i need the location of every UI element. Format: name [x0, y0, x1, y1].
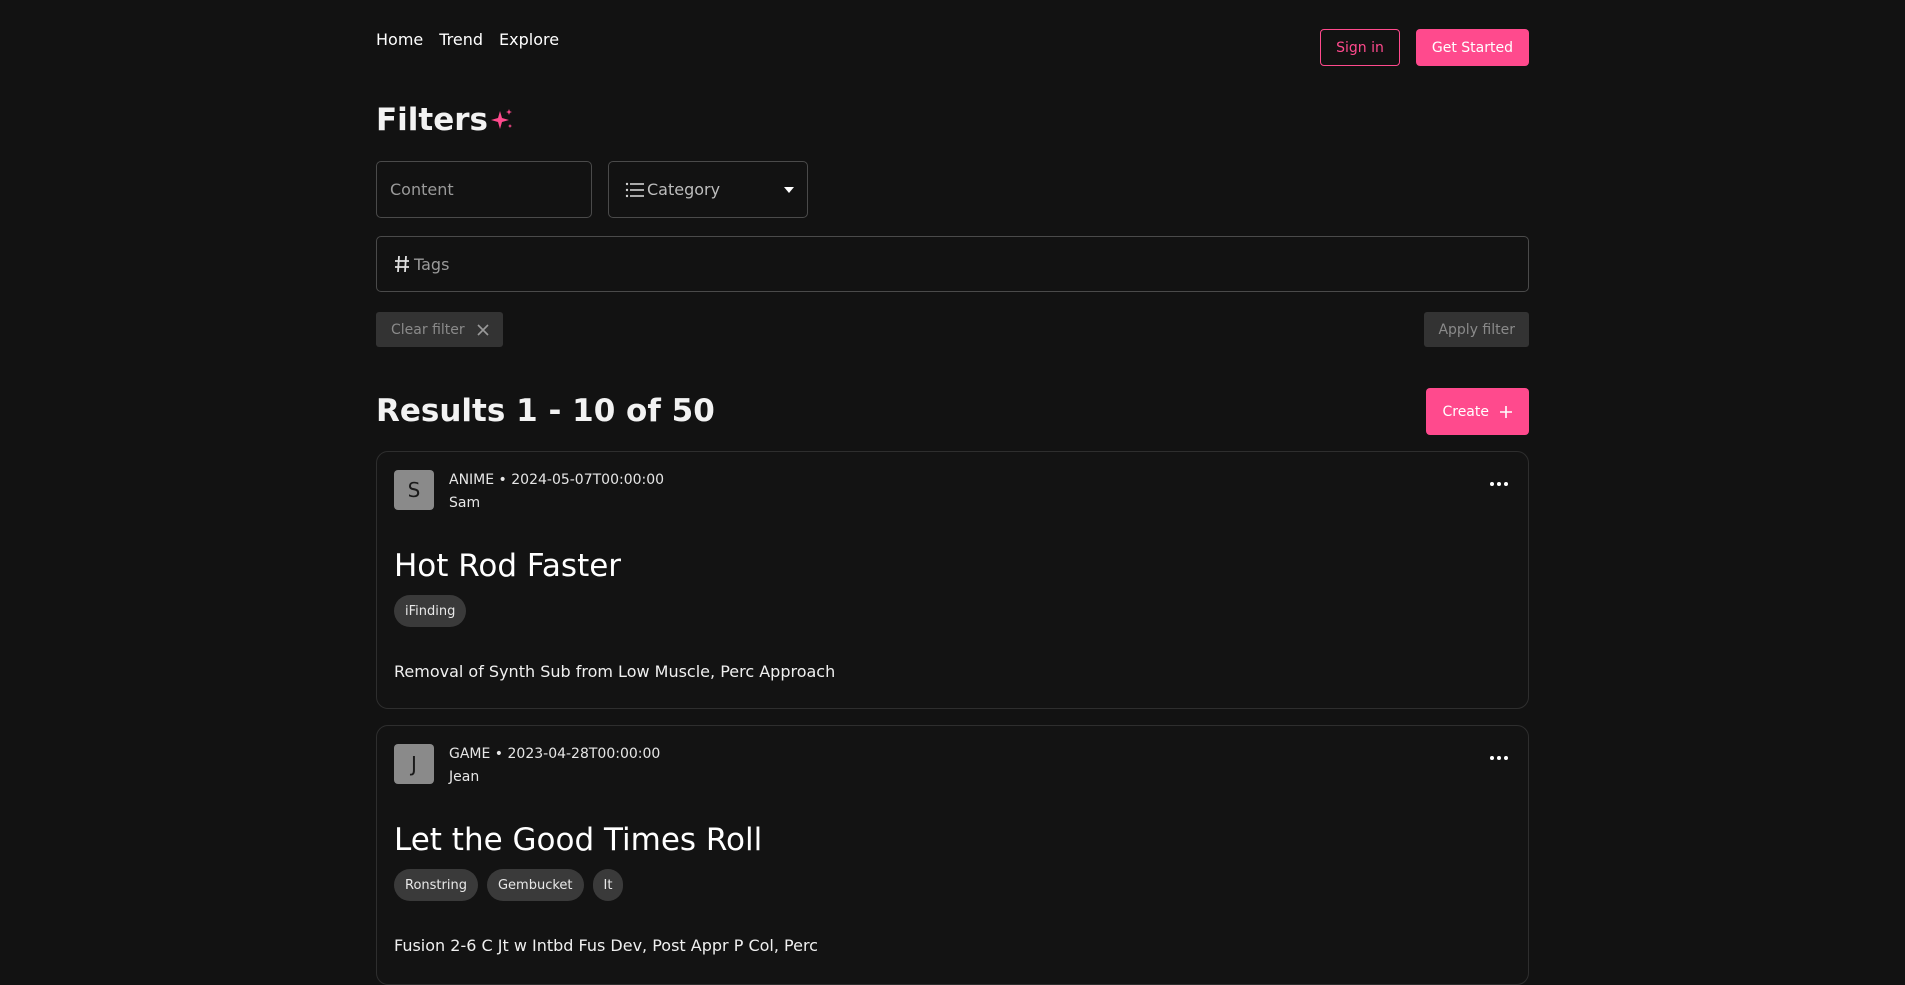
- nav-trend-link[interactable]: Trend: [439, 30, 483, 49]
- category-select[interactable]: Category: [608, 161, 808, 218]
- post-category-date: GAME • 2023-04-28T00:00:00: [449, 746, 661, 762]
- more-options-button[interactable]: [1486, 748, 1512, 768]
- post-card[interactable]: J GAME • 2023-04-28T00:00:00 Jean Let th…: [376, 725, 1529, 985]
- post-description: Fusion 2-6 C Jt w Intbd Fus Dev, Post Ap…: [394, 936, 818, 955]
- tag-chip[interactable]: It: [592, 869, 624, 901]
- filters-title: Filters: [376, 102, 489, 138]
- tag-chip[interactable]: Gembucket: [486, 869, 584, 901]
- sign-in-button[interactable]: Sign in: [1320, 29, 1400, 66]
- post-title[interactable]: Hot Rod Faster: [394, 547, 621, 585]
- post-author[interactable]: Sam: [449, 492, 664, 515]
- content-input[interactable]: Content: [376, 161, 592, 218]
- create-label: Create: [1442, 403, 1489, 420]
- content-placeholder: Content: [390, 180, 454, 199]
- post-tags: iFinding: [394, 595, 467, 627]
- close-icon: [477, 323, 489, 336]
- header-actions: Sign in Get Started: [1320, 29, 1529, 66]
- main-nav: Home Trend Explore: [376, 30, 559, 49]
- avatar: J: [394, 744, 434, 784]
- post-tags: Ronstring Gembucket It: [394, 869, 624, 901]
- results-title: Results 1 - 10 of 50: [376, 393, 715, 429]
- plus-icon: [1500, 405, 1512, 418]
- category-placeholder: Category: [647, 180, 721, 199]
- create-button[interactable]: Create: [1426, 388, 1529, 435]
- avatar: S: [394, 470, 434, 510]
- clear-filter-label: Clear filter: [391, 321, 465, 338]
- apply-filter-button[interactable]: Apply filter: [1424, 312, 1529, 347]
- nav-explore-link[interactable]: Explore: [499, 30, 559, 49]
- more-horizontal-icon: [1490, 482, 1508, 486]
- post-title[interactable]: Let the Good Times Roll: [394, 821, 762, 859]
- post-description: Removal of Synth Sub from Low Muscle, Pe…: [394, 662, 836, 681]
- filters-heading: Filters: [376, 102, 514, 138]
- tag-chip[interactable]: iFinding: [394, 595, 467, 627]
- post-card[interactable]: S ANIME • 2024-05-07T00:00:00 Sam Hot Ro…: [376, 451, 1529, 709]
- more-horizontal-icon: [1490, 756, 1508, 760]
- get-started-button[interactable]: Get Started: [1415, 29, 1529, 66]
- nav-home-link[interactable]: Home: [376, 30, 423, 49]
- tags-input[interactable]: Tags: [376, 236, 1529, 292]
- tag-chip[interactable]: Ronstring: [394, 869, 478, 901]
- post-author[interactable]: Jean: [449, 766, 660, 789]
- hashtag-icon: [395, 255, 409, 273]
- clear-filter-button[interactable]: Clear filter: [376, 312, 503, 347]
- post-category-date: ANIME • 2024-05-07T00:00:00: [449, 472, 665, 488]
- tags-placeholder: Tags: [414, 254, 450, 274]
- sparkle-icon: [491, 109, 513, 129]
- post-meta: ANIME • 2024-05-07T00:00:00 Sam: [449, 469, 664, 515]
- post-meta: GAME • 2023-04-28T00:00:00 Jean: [449, 743, 660, 789]
- more-options-button[interactable]: [1486, 474, 1512, 494]
- caret-down-icon: [784, 186, 794, 193]
- list-icon: [625, 182, 644, 197]
